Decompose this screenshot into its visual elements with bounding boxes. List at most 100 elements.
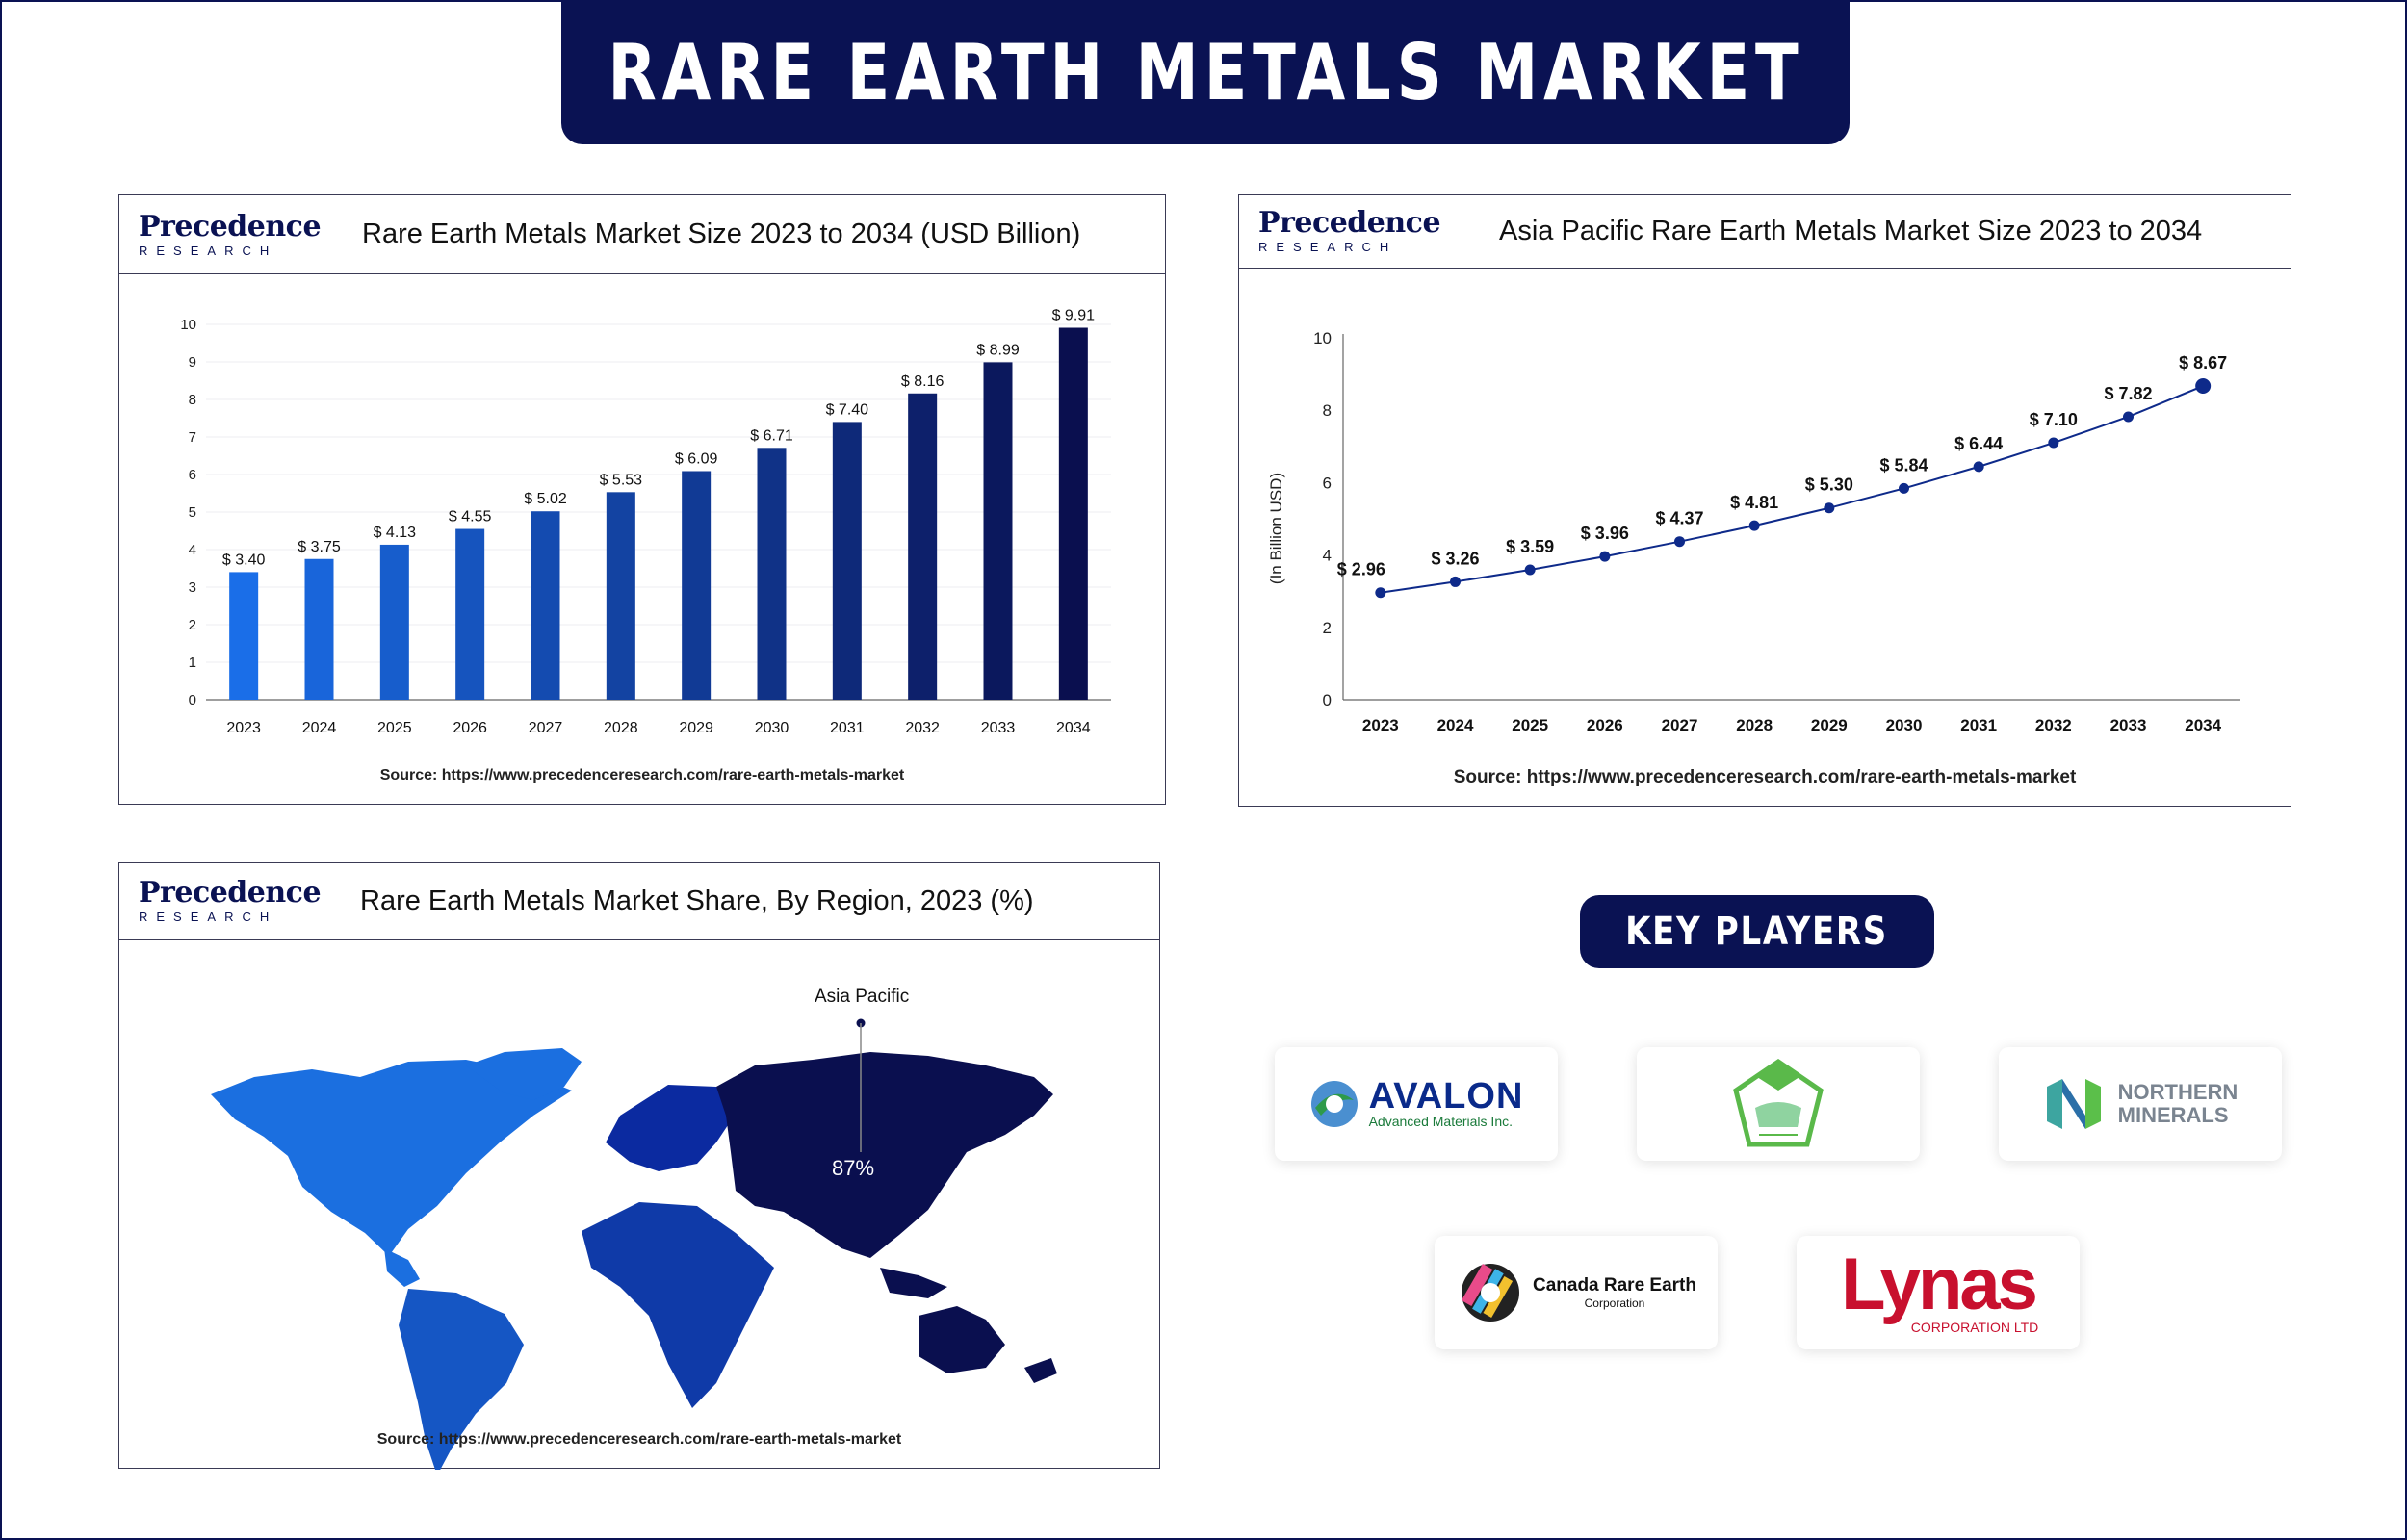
line-x-tick-label: 2033 <box>2110 716 2147 734</box>
line-value-label: $ 7.10 <box>2030 410 2078 429</box>
bar-value-label: $ 7.40 <box>826 401 869 418</box>
line-chart-source: Source: https://www.precedenceresearch.c… <box>1453 767 2077 787</box>
bar-value-label: $ 3.75 <box>298 539 341 555</box>
canada-rare-earth-icon <box>1461 1263 1519 1322</box>
line-y-tick-label: 8 <box>1323 401 1332 420</box>
bar-2029 <box>682 471 712 700</box>
title-banner: RARE EARTH METALS MARKET <box>561 0 1850 144</box>
bar-x-tick-label: 2024 <box>302 720 337 736</box>
line-y-tick-label: 0 <box>1323 691 1332 709</box>
key-players-heading: KEY PLAYERS <box>1580 895 1934 968</box>
asia-pacific-label: Asia Pacific <box>815 987 910 1007</box>
bar-y-tick-label: 1 <box>189 654 196 671</box>
line-point-2024 <box>1450 576 1461 587</box>
bar-2027 <box>531 511 560 700</box>
bar-y-tick-label: 7 <box>189 429 196 446</box>
line-x-tick-label: 2028 <box>1736 716 1773 734</box>
canada-rare-earth-logo-card: Canada Rare Earth Corporation <box>1435 1236 1718 1349</box>
bar-x-tick-label: 2026 <box>453 720 487 736</box>
bar-value-label: $ 5.53 <box>600 472 643 488</box>
bar-x-tick-label: 2023 <box>226 720 261 736</box>
line-value-label: $ 3.59 <box>1506 537 1554 556</box>
northern-minerals-name: NORTHERN <box>2117 1080 2239 1104</box>
line-point-2031 <box>1973 461 1984 473</box>
line-point-2023 <box>1375 587 1386 599</box>
bar-chart-card: Precedence RESEARCH Rare Earth Metals Ma… <box>118 194 1166 805</box>
line-x-tick-label: 2030 <box>1886 716 1923 734</box>
africa-region <box>582 1202 774 1408</box>
bar-x-tick-label: 2033 <box>981 720 1016 736</box>
pentagon-logo-icon <box>1733 1058 1824 1147</box>
line-x-tick-label: 2023 <box>1362 716 1399 734</box>
line-x-tick-label: 2029 <box>1811 716 1848 734</box>
bar-value-label: $ 6.71 <box>750 427 793 444</box>
line-value-label: $ 5.84 <box>1879 455 1928 475</box>
bar-x-tick-label: 2029 <box>679 720 713 736</box>
europe-region <box>606 1085 736 1171</box>
bar-x-tick-label: 2030 <box>755 720 789 736</box>
bar-chart: 0 1 2 3 4 5 6 7 8 9 10 $ 3.40 2023 $ 3.75 2024 $ 4.13 20… <box>180 308 1111 736</box>
line-y-axis-label: (In Billion USD) <box>1267 473 1285 584</box>
bar-y-tick-label: 3 <box>189 579 196 596</box>
line-point-2034 <box>2195 378 2212 395</box>
bar-x-tick-label: 2028 <box>604 720 638 736</box>
bar-y-tick-label: 6 <box>189 467 196 483</box>
bar-2030 <box>757 448 787 700</box>
bar-x-tick-label: 2032 <box>905 720 940 736</box>
bar-y-tick-label: 4 <box>189 542 196 558</box>
bar-x-tick-label: 2031 <box>830 720 865 736</box>
bar-2024 <box>304 558 334 700</box>
bar-value-label: $ 5.02 <box>524 491 567 507</box>
line-value-label: $ 2.96 <box>1337 560 1385 579</box>
line-x-tick-label: 2025 <box>1512 716 1548 734</box>
bar-y-tick-label: 2 <box>189 617 196 633</box>
lynas-sub: CORPORATION LTD <box>1910 1320 2039 1335</box>
northern-minerals-icon <box>2046 1079 2101 1129</box>
asia-pacific-region <box>716 1052 1053 1258</box>
lynas-logo-card: Lynas CORPORATION LTD <box>1797 1236 2080 1349</box>
bar-2031 <box>832 422 862 700</box>
line-x-tick-label: 2034 <box>2185 716 2221 734</box>
line-value-label: $ 4.81 <box>1730 493 1778 512</box>
line-series <box>1380 385 2204 594</box>
bar-x-tick-label: 2025 <box>377 720 412 736</box>
line-value-label: $ 6.44 <box>1954 434 2003 453</box>
avalon-logo-card: AVALON Advanced Materials Inc. <box>1275 1047 1558 1161</box>
bar-2023 <box>229 572 259 700</box>
bar-2034 <box>1058 327 1088 700</box>
line-value-label: $ 5.30 <box>1805 475 1853 495</box>
line-point-2025 <box>1524 564 1536 576</box>
lynas-name: Lynas <box>1841 1244 2038 1325</box>
line-x-tick-label: 2026 <box>1587 716 1623 734</box>
line-y-tick-label: 10 <box>1313 329 1332 347</box>
bar-value-label: $ 6.09 <box>675 450 718 467</box>
map-source: Source: https://www.precedenceresearch.c… <box>376 1431 902 1448</box>
bar-2033 <box>983 362 1013 700</box>
line-point-2033 <box>2123 411 2134 423</box>
canada-rare-earth-name: Canada Rare Earth <box>1532 1275 1696 1296</box>
line-point-2026 <box>1599 551 1611 562</box>
world-map <box>211 1018 1057 1470</box>
bar-y-tick-label: 8 <box>189 392 196 408</box>
avalon-sub: Advanced Materials Inc. <box>1368 1114 1513 1129</box>
line-value-label: $ 3.26 <box>1431 549 1479 568</box>
bar-y-tick-label: 10 <box>180 317 196 333</box>
map-card: Precedence RESEARCH Rare Earth Metals Ma… <box>118 862 1160 1470</box>
avalon-logo-icon <box>1310 1081 1358 1127</box>
line-point-2032 <box>2048 437 2059 449</box>
northern-minerals-sub: MINERALS <box>2117 1103 2229 1127</box>
line-y-tick-label: 4 <box>1323 547 1332 565</box>
bar-2026 <box>455 528 485 700</box>
line-x-tick-label: 2027 <box>1662 716 1698 734</box>
line-x-tick-label: 2031 <box>1960 716 1997 734</box>
bar-value-label: $ 8.16 <box>901 373 945 390</box>
line-point-2030 <box>1899 482 1909 494</box>
line-value-label: $ 8.67 <box>2179 353 2227 372</box>
bar-value-label: $ 4.55 <box>449 509 492 526</box>
line-point-2029 <box>1824 502 1835 514</box>
bar-x-tick-label: 2027 <box>529 720 563 736</box>
line-x-tick-label: 2024 <box>1437 716 1474 734</box>
bar-y-tick-label: 9 <box>189 354 196 371</box>
avalon-name: AVALON <box>1368 1076 1524 1116</box>
line-chart: 0 2 4 6 8 10 (In Billion USD) $ 2.96 2023 $ 3.26 2… <box>1267 329 2240 734</box>
